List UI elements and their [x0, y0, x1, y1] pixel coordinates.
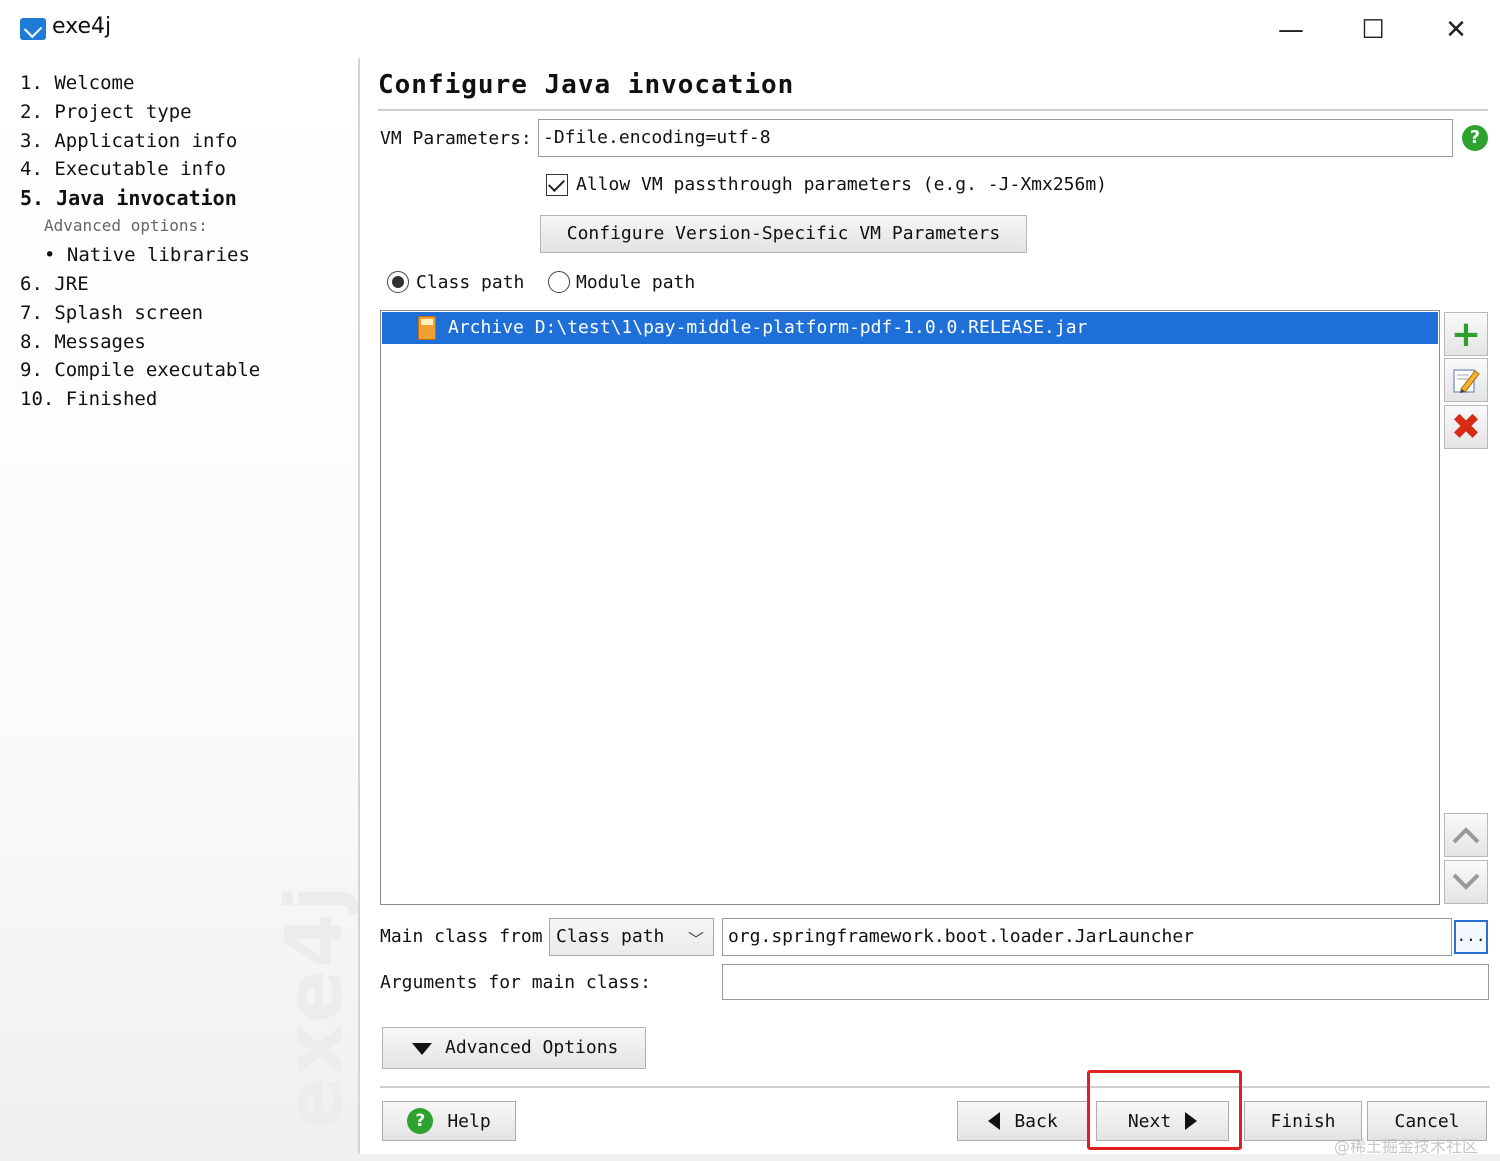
step-project-type[interactable]: 2. Project type [20, 101, 192, 123]
window-title: exe4j [52, 14, 112, 39]
help-button-label: Help [447, 1110, 491, 1132]
main-class-from-label: Main class from [380, 926, 543, 947]
bottom-strip [0, 1154, 1500, 1161]
configure-version-specific-button[interactable]: Configure Version-Specific VM Parameters [540, 215, 1027, 253]
allow-passthrough-checkbox[interactable] [546, 174, 568, 196]
dropdown-chevron-icon: ﹀ [688, 930, 705, 949]
chevron-down-icon [1452, 873, 1480, 890]
arguments-label: Arguments for main class: [380, 972, 651, 993]
step-java-invocation[interactable]: 5. Java invocation [20, 186, 237, 210]
back-button-label: Back [1014, 1110, 1058, 1132]
advanced-options-label: Advanced options: [44, 216, 208, 235]
source-credit: @稀土掘金技术社区 [1334, 1137, 1479, 1156]
triangle-down-icon [412, 1043, 432, 1055]
maximize-button[interactable]: ☐ [1350, 10, 1396, 50]
classpath-list[interactable] [380, 310, 1440, 905]
pencil-edit-icon [1453, 369, 1480, 393]
edit-entry-button[interactable] [1444, 358, 1488, 402]
cancel-button-label: Cancel [1394, 1110, 1460, 1132]
jar-archive-icon [418, 316, 436, 340]
finish-button-label: Finish [1270, 1110, 1336, 1132]
plus-icon: + [1450, 313, 1482, 355]
class-path-radio-label[interactable]: Class path [416, 272, 524, 293]
delete-entry-button[interactable]: ✖ [1444, 405, 1488, 449]
step-finished[interactable]: 10. Finished [20, 388, 157, 410]
minimize-button[interactable]: — [1268, 10, 1314, 50]
title-divider [378, 109, 1488, 111]
back-button[interactable]: Back [957, 1101, 1089, 1141]
close-button[interactable]: ✕ [1433, 10, 1479, 50]
vm-parameters-input[interactable]: -Dfile.encoding=utf-8 [538, 119, 1453, 157]
step-native-libraries[interactable]: • Native libraries [44, 244, 250, 266]
footer-divider [380, 1086, 1490, 1088]
main-class-input[interactable]: org.springframework.boot.loader.JarLaunc… [722, 918, 1452, 956]
step-compile-executable[interactable]: 9. Compile executable [20, 359, 260, 381]
arguments-input[interactable] [722, 964, 1489, 1000]
add-entry-button[interactable]: + [1444, 312, 1488, 356]
class-path-radio[interactable] [387, 271, 409, 293]
step-application-info[interactable]: 3. Application info [20, 130, 237, 152]
help-icon: ? [407, 1108, 434, 1134]
next-highlight-annotation [1087, 1070, 1242, 1150]
exe4j-app-icon [20, 18, 46, 40]
help-button[interactable]: ? Help [382, 1101, 516, 1141]
red-x-delete-icon: ✖ [1450, 406, 1482, 448]
step-messages[interactable]: 8. Messages [20, 331, 146, 353]
exe4j-watermark: exe4j [270, 882, 360, 1130]
classpath-entry-text[interactable]: Archive D:\test\1\pay-middle-platform-pd… [448, 317, 1087, 338]
step-splash-screen[interactable]: 7. Splash screen [20, 302, 203, 324]
move-down-button[interactable] [1444, 860, 1488, 904]
module-path-radio[interactable] [548, 271, 570, 293]
arrow-left-icon [988, 1112, 1001, 1130]
browse-main-class-button[interactable]: ... [1454, 920, 1488, 954]
page-title: Configure Java invocation [378, 70, 795, 100]
module-path-radio-label[interactable]: Module path [576, 272, 695, 293]
allow-passthrough-label[interactable]: Allow VM passthrough parameters (e.g. -J… [576, 174, 1107, 195]
vm-parameters-label: VM Parameters: [380, 128, 532, 149]
move-up-button[interactable] [1444, 813, 1488, 857]
step-welcome[interactable]: 1. Welcome [20, 72, 134, 94]
chevron-up-icon [1452, 827, 1480, 844]
help-question-icon[interactable]: ? [1462, 125, 1488, 151]
step-jre[interactable]: 6. JRE [20, 273, 89, 295]
step-executable-info[interactable]: 4. Executable info [20, 158, 226, 180]
